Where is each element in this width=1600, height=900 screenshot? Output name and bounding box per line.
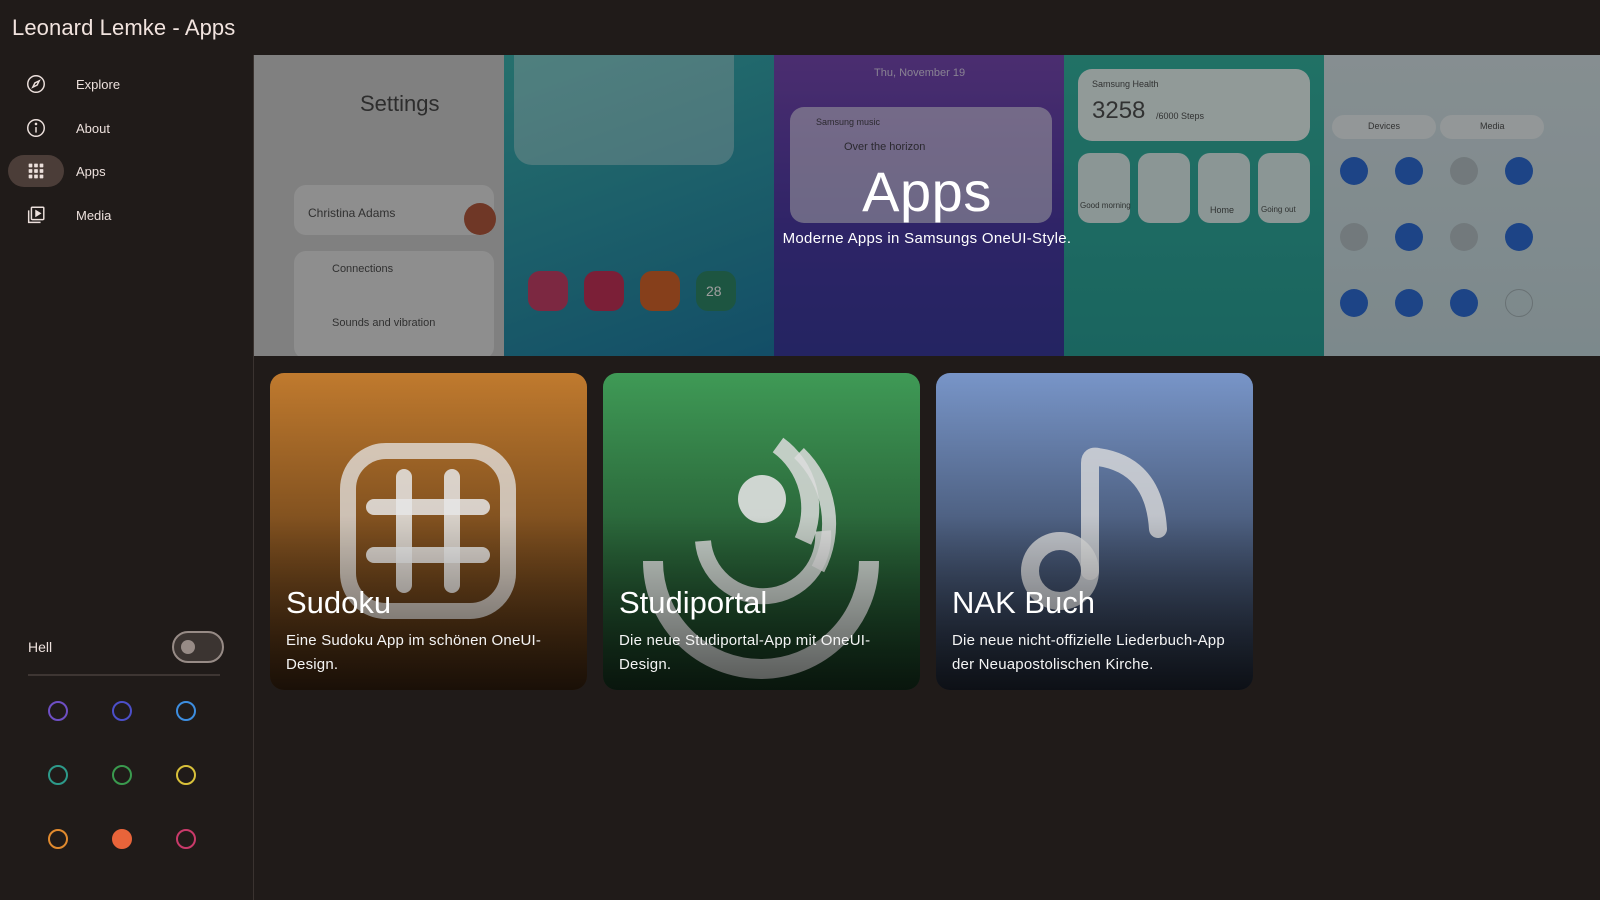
nav-item-apps[interactable]: Apps xyxy=(8,154,106,188)
toggle-knob xyxy=(181,640,195,654)
card-description: Die neue nicht-offizielle Liederbuch-App… xyxy=(952,632,1225,673)
app-card-studiportal[interactable]: Studiportal Die neue Studiportal-App mit… xyxy=(603,373,920,690)
nav-label-media: Media xyxy=(76,207,112,223)
swatch-indigo[interactable] xyxy=(112,701,132,721)
swatch-blue[interactable] xyxy=(176,701,196,721)
swatch-yellow[interactable] xyxy=(176,765,196,785)
hero-subtitle: Moderne Apps in Samsungs OneUI-Style. xyxy=(782,230,1072,247)
card-title: Studiportal xyxy=(619,585,768,620)
swatch-deep-orange[interactable] xyxy=(112,829,132,849)
theme-row: Hell xyxy=(28,630,224,664)
card-title: NAK Buch xyxy=(952,585,1096,620)
swatch-green[interactable] xyxy=(112,765,132,785)
app-title: Leonard Lemke - Apps xyxy=(12,14,236,40)
nav-item-media[interactable]: Media xyxy=(8,198,111,232)
app-card-sudoku[interactable]: Sudoku Eine Sudoku App im schönen OneUI-… xyxy=(270,373,587,690)
theme-toggle[interactable] xyxy=(172,631,224,663)
swatch-purple[interactable] xyxy=(48,701,68,721)
app-card-list: Sudoku Eine Sudoku App im schönen OneUI-… xyxy=(270,373,1253,690)
color-swatch-grid xyxy=(48,701,208,849)
card-title: Sudoku xyxy=(286,585,392,620)
navigation-rail: Explore About Apps Media Hell xyxy=(0,55,254,900)
nav-label-about: About xyxy=(76,120,110,136)
nav-label-apps: Apps xyxy=(76,163,106,179)
divider xyxy=(28,674,220,676)
theme-label: Hell xyxy=(28,639,53,655)
swatch-orange[interactable] xyxy=(48,829,68,849)
main-content: Settings Christina Adams Connections Sou… xyxy=(254,55,1600,900)
apps-grid-icon xyxy=(8,155,64,187)
nav-item-explore[interactable]: Explore xyxy=(8,67,120,101)
top-app-bar: Leonard Lemke - Apps xyxy=(0,0,1600,55)
compass-icon xyxy=(8,68,64,100)
nav-label-explore: Explore xyxy=(76,76,121,92)
swatch-pink[interactable] xyxy=(176,829,196,849)
nav-item-about[interactable]: About xyxy=(8,111,110,145)
hero-title: Apps xyxy=(862,160,992,223)
info-icon xyxy=(8,112,64,144)
app-card-nak-buch[interactable]: NAK Buch Die neue nicht-offizielle Liede… xyxy=(936,373,1253,690)
video-library-icon xyxy=(8,199,64,231)
hero-banner: Settings Christina Adams Connections Sou… xyxy=(254,55,1600,356)
card-description: Eine Sudoku App im schönen OneUI-Design. xyxy=(286,632,542,673)
card-description: Die neue Studiportal-App mit OneUI-Desig… xyxy=(619,632,871,673)
swatch-teal[interactable] xyxy=(48,765,68,785)
